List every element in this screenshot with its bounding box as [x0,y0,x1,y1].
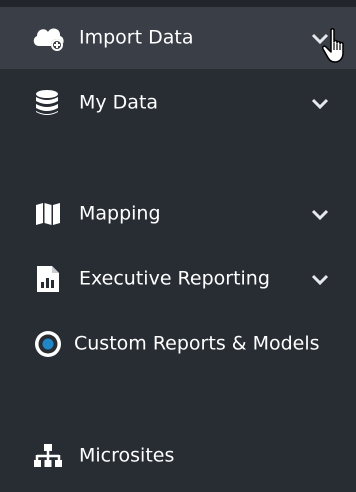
target-circle-icon [35,331,61,357]
chevron-down-icon[interactable] [311,208,329,220]
sidebar-item-label: My Data [79,91,159,114]
sidebar-item-microsites[interactable]: Microsites [0,424,356,488]
sidebar-item-label: Mapping [79,202,161,225]
chevron-down-icon[interactable] [311,97,329,109]
sidebar-item-my-data[interactable]: My Data [0,71,356,135]
sidebar-item-label: Custom Reports & Models [74,332,320,355]
chevron-down-icon[interactable] [311,32,329,44]
database-icon [36,90,58,115]
sidebar-item-label: Executive Reporting [79,267,270,290]
cloud-upload-icon [33,28,64,51]
report-chart-icon [37,266,59,292]
sidebar-item-executive-reporting[interactable]: Executive Reporting [0,247,356,311]
sidebar-item-label: Microsites [79,444,175,467]
sidebar-item-label: Import Data [79,26,194,49]
sidebar-item-mapping[interactable]: Mapping [0,182,356,246]
sitemap-icon [34,444,62,467]
sidebar-item-custom-reports-models[interactable]: Custom Reports & Models [0,312,356,376]
chevron-down-icon[interactable] [311,273,329,285]
map-icon [36,203,60,225]
sidebar-nav: Import Data My Data Mapping Executive Re… [0,0,356,492]
sidebar-top-edge [0,0,356,7]
sidebar-item-import-data[interactable]: Import Data [0,7,356,69]
